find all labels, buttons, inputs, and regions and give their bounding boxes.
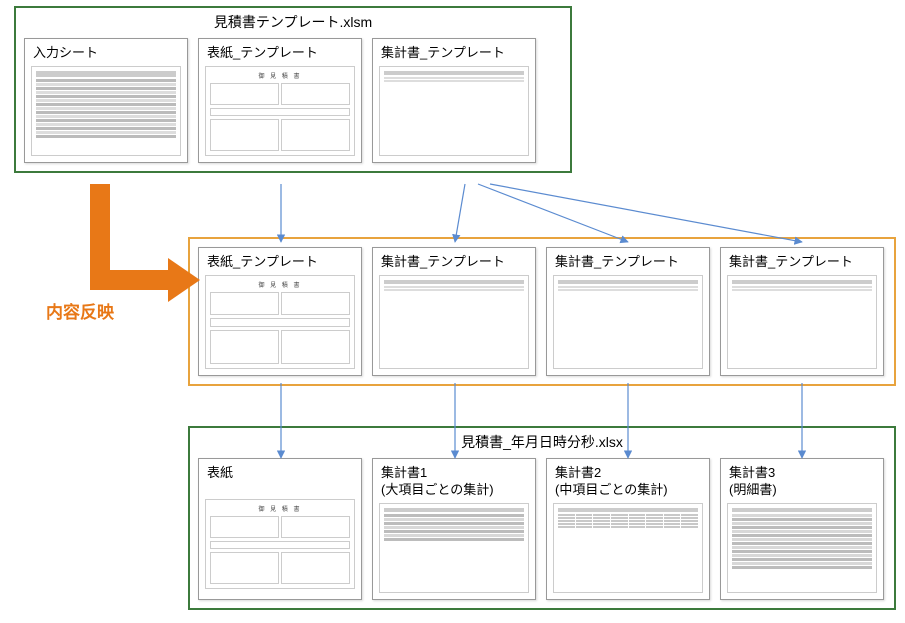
group-title-top: 見積書テンプレート.xlsm xyxy=(16,8,570,34)
card-title: 表紙_テンプレート xyxy=(199,248,361,273)
card-summary3-output: 集計書3 (明細書) xyxy=(720,458,884,600)
thumb-cover-template: 御 見 積 書 xyxy=(205,66,355,156)
card-title: 表紙 xyxy=(207,465,233,480)
card-summary-template-mid-2: 集計書_テンプレート xyxy=(546,247,710,376)
arrow-hanei xyxy=(100,184,184,280)
card-cover-output: 表紙 御 見 積 書 xyxy=(198,458,362,600)
group-body-bottom: 表紙 御 見 積 書 集計書1 (大項目ごとの集計) xyxy=(190,454,894,608)
group-template-source: 見積書テンプレート.xlsm 入力シート 表紙_テンプレート xyxy=(14,6,572,173)
group-template-instances: 表紙_テンプレート 御 見 積 書 集計書_テンプレート xyxy=(188,237,896,386)
card-subtitle: (大項目ごとの集計) xyxy=(381,482,494,497)
thumb-summary1 xyxy=(379,503,529,593)
card-title-wrap: 集計書1 (大項目ごとの集計) xyxy=(373,459,535,501)
arrow-summary-top-to-mid1 xyxy=(455,184,465,242)
card-title: 集計書1 xyxy=(381,465,427,480)
card-title: 集計書_テンプレート xyxy=(721,248,883,273)
group-body-mid: 表紙_テンプレート 御 見 積 書 集計書_テンプレート xyxy=(190,239,894,384)
arrow-summary-top-to-mid2 xyxy=(478,184,628,242)
label-hanei: 内容反映 xyxy=(46,298,114,323)
card-cover-template-top: 表紙_テンプレート 御 見 積 書 xyxy=(198,38,362,163)
group-title-bottom: 見積書_年月日時分秒.xlsx xyxy=(190,428,894,454)
group-body-top: 入力シート 表紙_テンプレート 御 見 積 書 xyxy=(16,34,570,171)
thumb-summary-template xyxy=(553,275,703,369)
card-subtitle: (明細書) xyxy=(729,482,777,497)
card-title: 集計書2 xyxy=(555,465,601,480)
card-summary1-output: 集計書1 (大項目ごとの集計) xyxy=(372,458,536,600)
thumb-summary2 xyxy=(553,503,703,593)
thumb-summary-template xyxy=(379,275,529,369)
group-output-file: 見積書_年月日時分秒.xlsx 表紙 御 見 積 書 xyxy=(188,426,896,610)
card-title: 集計書3 xyxy=(729,465,775,480)
card-title-wrap: 集計書3 (明細書) xyxy=(721,459,883,501)
thumb-summary-template xyxy=(727,275,877,369)
card-title: 集計書_テンプレート xyxy=(547,248,709,273)
thumb-summary3 xyxy=(727,503,877,593)
arrow-summary-top-to-mid3 xyxy=(490,184,802,242)
card-title-wrap: 表紙 xyxy=(199,459,361,497)
thumb-cover: 御 見 積 書 xyxy=(205,499,355,589)
card-title: 入力シート xyxy=(25,39,187,64)
card-subtitle: (中項目ごとの集計) xyxy=(555,482,668,497)
thumb-summary-template xyxy=(379,66,529,156)
card-input-sheet: 入力シート xyxy=(24,38,188,163)
card-summary-template-mid-1: 集計書_テンプレート xyxy=(372,247,536,376)
card-summary-template-top: 集計書_テンプレート xyxy=(372,38,536,163)
card-summary2-output: 集計書2 (中項目ごとの集計) xyxy=(546,458,710,600)
card-summary-template-mid-3: 集計書_テンプレート xyxy=(720,247,884,376)
card-title: 表紙_テンプレート xyxy=(199,39,361,64)
card-title: 集計書_テンプレート xyxy=(373,39,535,64)
card-title-wrap: 集計書2 (中項目ごとの集計) xyxy=(547,459,709,501)
thumb-input-sheet xyxy=(31,66,181,156)
card-cover-template-mid: 表紙_テンプレート 御 見 積 書 xyxy=(198,247,362,376)
thumb-cover-template: 御 見 積 書 xyxy=(205,275,355,369)
card-title: 集計書_テンプレート xyxy=(373,248,535,273)
